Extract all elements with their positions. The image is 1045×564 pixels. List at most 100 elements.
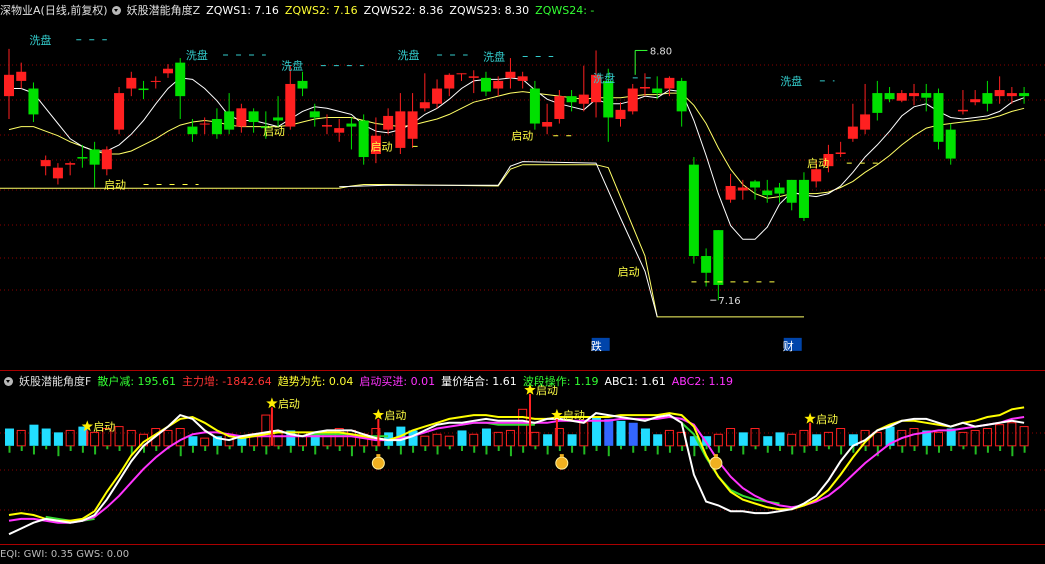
candle-body <box>297 80 308 89</box>
candle-body <box>468 76 479 78</box>
candle-body <box>505 71 516 78</box>
candle <box>4 48 14 119</box>
candle-body <box>101 149 112 170</box>
volume-bar-hollow <box>420 435 430 447</box>
candle-body <box>334 128 345 133</box>
candle <box>970 90 981 106</box>
candle <box>737 179 748 200</box>
volume-bar <box>812 434 822 446</box>
candle <box>419 73 430 112</box>
star-icon <box>804 412 816 424</box>
candle-body <box>493 80 504 89</box>
volume-bar <box>53 432 63 446</box>
candle <box>627 83 638 115</box>
sub-value-7: ABC2: 1.19 <box>671 375 734 388</box>
candle <box>334 118 345 142</box>
candle <box>847 103 858 142</box>
main-value-4: ZQWS24: - <box>535 4 595 17</box>
candle <box>872 80 883 121</box>
volume-bar-hollow <box>713 433 723 447</box>
main-chart-header: 深物业A(日线,前复权) 妖股潜能角度Z ZQWS1: 7.16 ZQWS2: 7.1… <box>0 2 606 20</box>
candle-body <box>811 169 822 182</box>
bottom-indicator-header: EQI: GWI: 0.35 GWS: 0.00 <box>0 546 135 564</box>
candle-body <box>65 163 76 165</box>
xipan-label: 洗盘 <box>397 48 419 62</box>
sub-indicator-name[interactable]: 妖股潜能角度F <box>19 375 91 388</box>
candle <box>236 103 247 133</box>
sub-indicator-settings-icon[interactable] <box>4 377 13 386</box>
main-indicator-name[interactable]: 妖股潜能角度Z <box>127 4 201 17</box>
candle-body <box>285 83 296 127</box>
main-value-1: ZQWS2: 7.16 <box>284 4 358 17</box>
candle <box>456 73 467 81</box>
candle-body <box>138 88 149 91</box>
volume-bar-hollow <box>175 428 185 447</box>
candle-body <box>248 111 259 123</box>
candle-body <box>982 93 993 104</box>
qidong-label: 启动 <box>263 125 285 138</box>
candle <box>407 93 418 148</box>
volume-bar-hollow <box>530 431 540 447</box>
candle <box>285 65 296 130</box>
candle-body <box>994 90 1005 97</box>
candle-body <box>798 179 809 218</box>
candle <box>211 108 222 139</box>
candle <box>162 64 173 78</box>
candle <box>101 146 112 176</box>
sub-value-5: 波段操作: 1.19 <box>522 375 599 388</box>
volume-bar-hollow <box>163 429 173 447</box>
candle <box>248 108 259 133</box>
volume-bar <box>604 418 614 446</box>
qidong-label: 启动 <box>104 178 126 191</box>
candle-body <box>688 164 699 257</box>
chart-canvas[interactable]: 8.807.16洗盘洗盘洗盘洗盘 洗盘洗盘 洗盘启动启动启动启动启动启动跌 财启动启动… <box>0 0 1045 556</box>
xipan-label: 洗盘 <box>483 50 505 64</box>
candle-body <box>909 93 920 97</box>
money-bag-icon-top <box>713 454 718 458</box>
candle-body <box>872 93 883 113</box>
xipan-label: 洗盘 <box>29 33 51 47</box>
candle-body <box>346 123 357 127</box>
volume-bar <box>653 434 663 446</box>
main-value-2: ZQWS22: 8.36 <box>363 4 444 17</box>
candle <box>786 179 797 211</box>
volume-bar <box>616 420 626 446</box>
volume-bar-hollow <box>799 429 809 447</box>
candle <box>77 144 88 168</box>
candle-body <box>236 108 247 127</box>
volume-bar <box>763 436 773 446</box>
candle <box>114 87 125 135</box>
volume-bar-hollow <box>432 433 442 447</box>
candle-body <box>114 93 125 130</box>
candle <box>615 102 626 127</box>
candle-body <box>407 111 418 139</box>
volume-bar <box>543 434 553 446</box>
candle-body <box>444 74 455 89</box>
candle-body <box>187 126 198 135</box>
candle <box>138 80 149 100</box>
candle-body <box>652 88 663 94</box>
volume-bar-hollow <box>200 437 210 447</box>
candle <box>358 114 369 165</box>
candle <box>346 117 357 150</box>
volume-bar-hollow <box>836 428 846 447</box>
candle-body <box>419 102 430 109</box>
candle <box>688 157 699 264</box>
candle <box>639 73 650 97</box>
qidong-star-label: 启动 <box>278 397 300 410</box>
candle <box>982 80 993 112</box>
candle <box>40 155 51 176</box>
candle-body <box>358 120 369 158</box>
candle <box>89 141 100 188</box>
candle-body <box>957 109 968 112</box>
candle-body <box>211 118 222 135</box>
indicator-settings-icon[interactable] <box>111 6 121 15</box>
candle <box>860 83 871 135</box>
money-bag-icon-top <box>376 454 381 458</box>
qidong-label: 启动 <box>371 140 393 153</box>
candle <box>676 77 687 127</box>
candle-body <box>309 111 320 118</box>
qidong-star-label: 启动 <box>93 420 115 433</box>
candle-body <box>529 88 540 124</box>
candle-body <box>1006 93 1017 97</box>
